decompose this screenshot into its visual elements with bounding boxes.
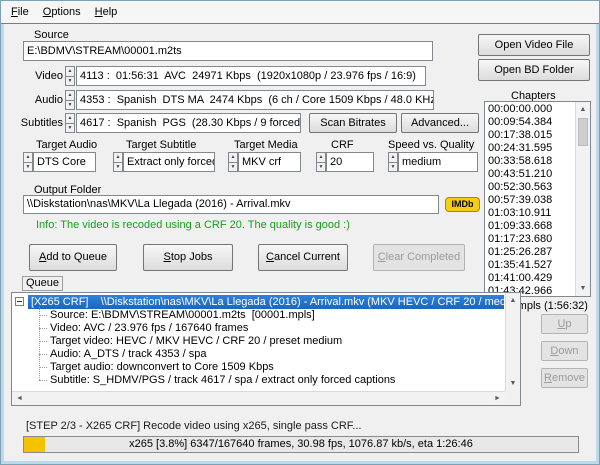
queue-tree: [X265 CRF] \\Diskstation\nas\MKV\La Lleg…	[11, 292, 521, 406]
chapters-list: 00:00:00.000 00:09:54.384 00:17:38.015 0…	[484, 101, 591, 297]
stop-jobs-button[interactable]: Stop Jobs	[143, 244, 233, 271]
open-bd-folder-button[interactable]: Open BD Folder	[478, 59, 590, 81]
progress-text: x265 [3.8%] 6347/167640 frames, 30.98 fp…	[24, 437, 578, 452]
queue-detail-row[interactable]: Target video: HEVC / MKV HEVC / CRF 20 /…	[12, 335, 504, 348]
spinner-down-icon[interactable]	[65, 123, 75, 134]
speed-quality-label: Speed vs. Quality	[388, 138, 474, 152]
spinner-down-icon[interactable]	[65, 76, 75, 87]
spinner-down-icon[interactable]	[388, 162, 398, 173]
chapter-item[interactable]: 01:09:33.668	[488, 220, 574, 233]
scrollbar-thumb[interactable]	[578, 118, 588, 146]
target-subtitle-label: Target Subtitle	[126, 138, 196, 152]
queue-item-details: Source: E:\BDMV\STREAM\00001.m2ts [00001…	[12, 309, 504, 387]
target-subtitle-select[interactable]: Extract only forced	[123, 152, 215, 172]
video-stream-field[interactable]: 4113 : 01:56:31 AVC 24971 Kbps (1920x108…	[76, 66, 426, 86]
crf-spinner	[316, 152, 326, 172]
queue-down-button: Down	[541, 341, 588, 361]
spinner-down-icon[interactable]	[23, 162, 33, 173]
scroll-down-icon[interactable]	[576, 281, 590, 296]
target-audio-label: Target Audio	[36, 138, 97, 152]
chapter-item[interactable]: 00:09:54.384	[488, 116, 574, 129]
chapter-item[interactable]: 00:57:39.038	[488, 194, 574, 207]
speed-quality-spinner	[388, 152, 398, 172]
queue-detail-row[interactable]: Audio: A_DTS / track 4353 / spa	[12, 348, 504, 361]
advanced-button[interactable]: Advanced...	[401, 113, 479, 133]
imdb-button[interactable]: IMDb	[445, 197, 480, 212]
queue-detail-row[interactable]: Source: E:\BDMV\STREAM\00001.m2ts [00001…	[12, 309, 504, 322]
menu-help[interactable]: Help	[88, 4, 125, 20]
chapters-items: 00:00:00.000 00:09:54.384 00:17:38.015 0…	[488, 103, 574, 295]
client-area: Source E:\BDMV\STREAM\00001.m2ts Open Vi…	[4, 24, 596, 461]
scroll-up-icon[interactable]	[506, 293, 520, 308]
chapter-item[interactable]: 01:35:41.527	[488, 259, 574, 272]
scroll-up-icon[interactable]	[576, 102, 590, 117]
target-subtitle-spinner	[113, 152, 123, 172]
source-label: Source	[34, 28, 69, 42]
subtitles-label: Subtitles	[4, 113, 63, 133]
clear-completed-button: Clear Completed	[373, 244, 465, 271]
target-media-spinner	[228, 152, 238, 172]
subtitles-spinner	[65, 113, 75, 133]
open-video-file-button[interactable]: Open Video File	[478, 34, 590, 56]
chapter-item[interactable]: 00:52:30.563	[488, 181, 574, 194]
queue-up-button: Up	[541, 314, 588, 334]
scrollbar-corner	[505, 391, 520, 405]
crf-select[interactable]: 20	[326, 152, 374, 172]
queue-horizontal-scrollbar[interactable]	[12, 391, 505, 405]
source-path-field[interactable]: E:\BDMV\STREAM\00001.m2ts	[23, 41, 433, 61]
audio-stream-field[interactable]: 4353 : Spanish DTS MA 2474 Kbps (6 ch / …	[76, 90, 434, 110]
status-step-text: [STEP 2/3 - X265 CRF] Recode video using…	[26, 420, 361, 432]
target-media-select[interactable]: MKV crf	[238, 152, 301, 172]
chapter-item[interactable]: 00:00:00.000	[488, 103, 574, 116]
scroll-down-icon[interactable]	[506, 376, 520, 391]
target-audio-spinner	[23, 152, 33, 172]
chapter-item[interactable]: 00:33:58.618	[488, 155, 574, 168]
video-label: Video	[4, 66, 63, 86]
audio-label: Audio	[4, 90, 63, 110]
chapters-scrollbar[interactable]	[575, 102, 590, 296]
scan-bitrates-button[interactable]: Scan Bitrates	[309, 113, 397, 133]
chapter-item[interactable]: 00:17:38.015	[488, 129, 574, 142]
chapter-item[interactable]: 01:03:10.911	[488, 207, 574, 220]
spinner-down-icon[interactable]	[65, 100, 75, 111]
queue-label: Queue	[22, 276, 63, 291]
target-media-label: Target Media	[234, 138, 298, 152]
menu-bar: File Options Help	[1, 1, 599, 24]
encode-progress-bar: x265 [3.8%] 6347/167640 frames, 30.98 fp…	[23, 436, 579, 453]
audio-spinner	[65, 90, 75, 110]
info-message: Info: The video is recoded using a CRF 2…	[36, 219, 350, 231]
spinner-down-icon[interactable]	[316, 162, 326, 173]
video-spinner	[65, 66, 75, 86]
menu-file[interactable]: File	[4, 4, 36, 20]
collapse-expander-icon[interactable]	[15, 297, 24, 306]
cancel-current-button[interactable]: Cancel Current	[258, 244, 348, 271]
scroll-right-icon[interactable]	[490, 392, 505, 405]
output-path-field[interactable]: \\Diskstation\nas\MKV\La Llegada (2016) …	[23, 195, 439, 214]
chapter-item[interactable]: 00:43:51.210	[488, 168, 574, 181]
target-audio-select[interactable]: DTS Core	[33, 152, 96, 172]
queue-selected-item[interactable]: [X265 CRF] \\Diskstation\nas\MKV\La Lleg…	[28, 295, 504, 309]
queue-remove-button: Remove	[541, 368, 588, 388]
queue-detail-row[interactable]: Video: AVC / 23.976 fps / 167640 frames	[12, 322, 504, 335]
chapter-item[interactable]: 01:25:26.287	[488, 246, 574, 259]
spinner-down-icon[interactable]	[228, 162, 238, 173]
app-window: File Options Help Source E:\BDMV\STREAM\…	[0, 0, 600, 465]
chapter-item[interactable]: 01:17:23.680	[488, 233, 574, 246]
chapter-item[interactable]: 00:24:31.595	[488, 142, 574, 155]
menu-options[interactable]: Options	[36, 4, 88, 20]
scroll-left-icon[interactable]	[12, 392, 27, 405]
subtitles-stream-field[interactable]: 4617 : Spanish PGS (28.30 Kbps / 9 force…	[76, 113, 301, 133]
speed-quality-select[interactable]: medium	[398, 152, 478, 172]
spinner-down-icon[interactable]	[113, 162, 123, 173]
queue-vertical-scrollbar[interactable]	[505, 293, 520, 391]
add-to-queue-button[interactable]: Add to Queue	[29, 244, 117, 271]
queue-detail-row[interactable]: Target audio: downconvert to Core 1509 K…	[12, 361, 504, 374]
crf-label: CRF	[331, 138, 354, 152]
queue-detail-row[interactable]: Subtitle: S_HDMV/PGS / track 4617 / spa …	[12, 374, 504, 387]
chapter-item[interactable]: 01:41:00.429	[488, 272, 574, 285]
